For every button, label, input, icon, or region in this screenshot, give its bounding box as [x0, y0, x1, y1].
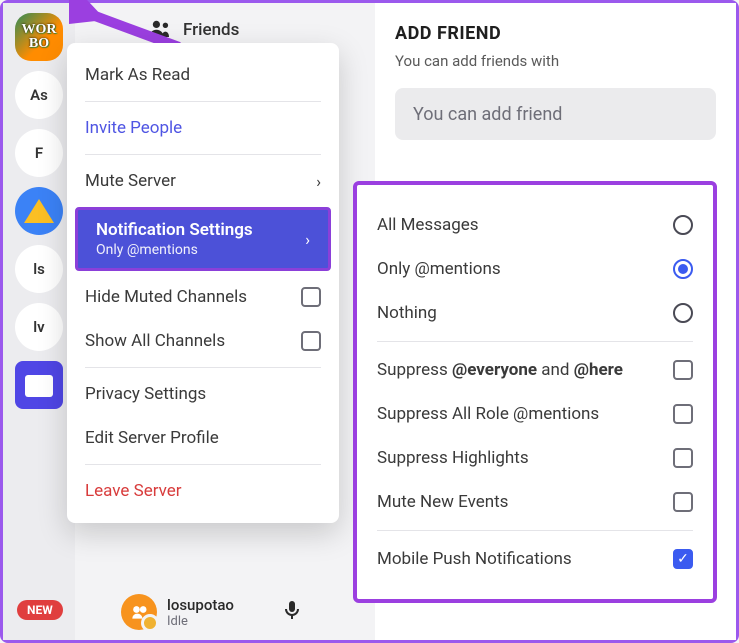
- user-status: Idle: [167, 614, 234, 629]
- notification-submenu: All Messages Only @mentions Nothing Supp…: [353, 181, 717, 603]
- toggle-suppress-everyone[interactable]: Suppress @everyone and @here: [377, 348, 693, 392]
- toggle-label: Suppress Highlights: [377, 448, 529, 468]
- menu-invite-people[interactable]: Invite People: [67, 106, 339, 150]
- menu-show-all-label: Show All Channels: [85, 331, 225, 351]
- user-name: losupotao: [167, 596, 234, 614]
- toggle-suppress-role-mentions[interactable]: Suppress All Role @mentions: [377, 392, 693, 436]
- option-all-messages[interactable]: All Messages: [377, 203, 693, 247]
- toggle-label: Suppress @everyone and @here: [377, 360, 623, 380]
- menu-divider: [85, 154, 321, 155]
- menu-show-all-channels[interactable]: Show All Channels: [67, 319, 339, 363]
- mic-icon[interactable]: [284, 600, 300, 624]
- server-context-menu: Mark As Read Invite People Mute Server ›…: [67, 43, 339, 523]
- add-friend-subtitle: You can add friends with: [395, 52, 716, 70]
- menu-mute-server[interactable]: Mute Server ›: [67, 159, 339, 203]
- submenu-divider: [377, 341, 693, 342]
- toggle-mute-new-events[interactable]: Mute New Events: [377, 480, 693, 524]
- menu-divider: [85, 367, 321, 368]
- user-panel: losupotao Idle: [121, 594, 300, 630]
- server-icon-ls[interactable]: ls: [15, 245, 63, 293]
- add-friend-placeholder: You can add friend: [413, 104, 562, 125]
- friends-icon: [149, 19, 171, 42]
- menu-edit-server-profile[interactable]: Edit Server Profile: [67, 416, 339, 460]
- checkbox-icon[interactable]: ✓: [673, 549, 693, 569]
- option-only-mentions[interactable]: Only @mentions: [377, 247, 693, 291]
- toggle-suppress-highlights[interactable]: Suppress Highlights: [377, 436, 693, 480]
- menu-edit-profile-label: Edit Server Profile: [85, 428, 219, 448]
- checkbox-icon[interactable]: [673, 404, 693, 424]
- menu-mute-label: Mute Server: [85, 171, 176, 191]
- menu-mark-as-read-label: Mark As Read: [85, 65, 190, 85]
- radio-icon[interactable]: [673, 259, 693, 279]
- checkbox-icon[interactable]: [301, 287, 321, 307]
- menu-hide-muted-label: Hide Muted Channels: [85, 287, 247, 307]
- toggle-label: Mobile Push Notifications: [377, 549, 572, 569]
- chevron-right-icon: ›: [305, 230, 310, 249]
- avatar[interactable]: [121, 594, 157, 630]
- toggle-label: Mute New Events: [377, 492, 508, 512]
- server-icon-as[interactable]: As: [15, 71, 63, 119]
- user-info[interactable]: losupotao Idle: [167, 596, 234, 629]
- chevron-right-icon: ›: [316, 172, 321, 191]
- menu-mark-as-read[interactable]: Mark As Read: [67, 53, 339, 97]
- menu-leave-server[interactable]: Leave Server: [67, 469, 339, 513]
- radio-icon[interactable]: [673, 303, 693, 323]
- option-nothing[interactable]: Nothing: [377, 291, 693, 335]
- menu-leave-label: Leave Server: [85, 481, 182, 501]
- menu-divider: [85, 464, 321, 465]
- option-label: All Messages: [377, 215, 479, 235]
- menu-privacy-settings[interactable]: Privacy Settings: [67, 372, 339, 416]
- menu-privacy-label: Privacy Settings: [85, 384, 206, 404]
- server-icon-cheese[interactable]: [15, 187, 63, 235]
- checkbox-icon[interactable]: [301, 331, 321, 351]
- checkbox-icon[interactable]: [673, 360, 693, 380]
- menu-notification-title: Notification Settings: [96, 220, 253, 240]
- checkbox-icon[interactable]: [673, 448, 693, 468]
- menu-hide-muted-channels[interactable]: Hide Muted Channels: [67, 275, 339, 319]
- new-badge: NEW: [17, 600, 63, 620]
- toggle-label: Suppress All Role @mentions: [377, 404, 599, 424]
- server-icon-lv[interactable]: lv: [15, 303, 63, 351]
- submenu-divider: [377, 530, 693, 531]
- option-label: Nothing: [377, 303, 437, 323]
- option-label: Only @mentions: [377, 259, 501, 279]
- friends-label: Friends: [183, 20, 239, 40]
- server-icon-f[interactable]: F: [15, 129, 63, 177]
- menu-notification-settings[interactable]: Notification Settings Only @mentions ›: [75, 207, 331, 271]
- server-icon-world[interactable]: WORBO: [15, 13, 63, 61]
- add-friend-title: ADD FRIEND: [395, 23, 716, 44]
- radio-icon[interactable]: [673, 215, 693, 235]
- menu-invite-label: Invite People: [85, 118, 182, 138]
- server-folder[interactable]: [15, 361, 63, 409]
- toggle-mobile-push[interactable]: Mobile Push Notifications ✓: [377, 537, 693, 581]
- add-friend-input[interactable]: You can add friend: [395, 88, 716, 140]
- checkbox-icon[interactable]: [673, 492, 693, 512]
- menu-notification-sub: Only @mentions: [96, 242, 253, 258]
- menu-divider: [85, 101, 321, 102]
- server-list: WORBO As F ls lv: [3, 3, 75, 640]
